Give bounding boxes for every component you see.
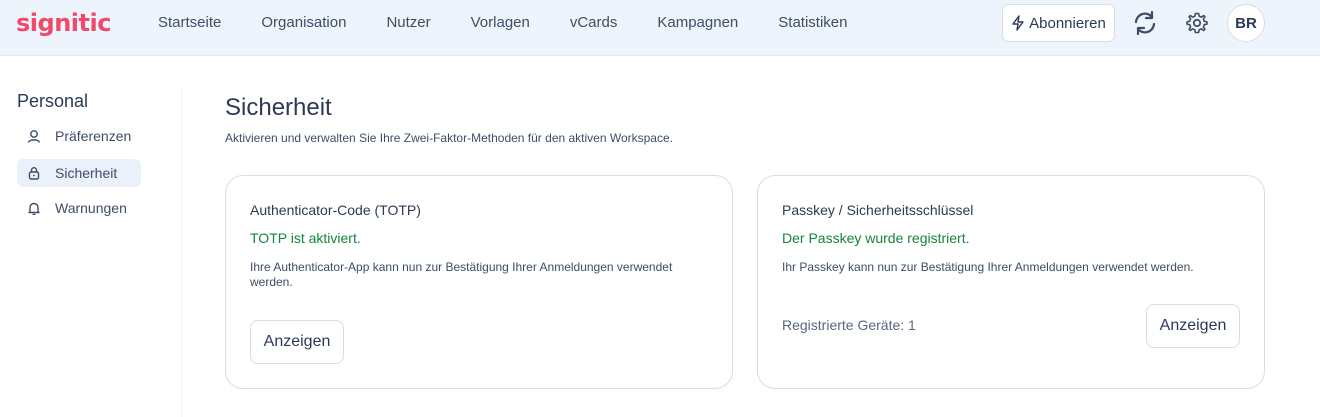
nav-item-organisation[interactable]: Organisation: [261, 14, 346, 31]
sync-icon: [1134, 10, 1156, 36]
user-icon: [27, 130, 41, 143]
sidebar-item-label: Präferenzen: [55, 128, 132, 144]
show-passkey-button[interactable]: Anzeigen: [1146, 304, 1240, 348]
nav-item-nutzer[interactable]: Nutzer: [386, 14, 430, 31]
card-description: Ihr Passkey kann nun zur Bestätigung Ihr…: [782, 260, 1194, 274]
registered-devices-count: Registrierte Geräte: 1: [782, 317, 916, 333]
nav-item-kampagnen[interactable]: Kampagnen: [657, 14, 738, 31]
sidebar-item-label: Sicherheit: [55, 165, 118, 181]
card-description: Ihre Authenticator-App kann nun zur Best…: [250, 260, 673, 289]
lightning-icon: [1012, 15, 1024, 31]
bell-icon: [28, 202, 40, 215]
status-text: TOTP ist aktiviert.: [250, 230, 361, 246]
signitic-logo[interactable]: signitic: [16, 9, 111, 37]
page-subtitle: Aktivieren und verwalten Sie Ihre Zwei-F…: [225, 131, 673, 145]
card-title: Authenticator-Code (TOTP): [250, 202, 421, 218]
nav-item-vorlagen[interactable]: Vorlagen: [471, 14, 530, 31]
gear-icon: [1186, 12, 1208, 34]
sidebar-item-warnungen[interactable]: Warnungen: [17, 194, 141, 222]
nav-item-statistiken[interactable]: Statistiken: [778, 14, 847, 31]
nav-item-vcards[interactable]: vCards: [570, 14, 618, 31]
sidebar-divider: [181, 88, 182, 417]
nav-item-startseite[interactable]: Startseite: [158, 14, 221, 31]
lock-icon: [28, 167, 40, 180]
sync-button[interactable]: [1128, 6, 1162, 40]
top-navigation-bar: signitic Startseite Organisation Nutzer …: [0, 0, 1320, 56]
sidebar-item-sicherheit[interactable]: Sicherheit: [17, 159, 141, 187]
sidebar-item-label: Warnungen: [55, 200, 127, 216]
user-avatar[interactable]: BR: [1227, 4, 1265, 42]
subscribe-label: Abonnieren: [1029, 14, 1106, 32]
totp-card: Authenticator-Code (TOTP) TOTP ist aktiv…: [225, 175, 733, 389]
settings-button[interactable]: [1180, 6, 1214, 40]
main-nav: Startseite Organisation Nutzer Vorlagen …: [158, 0, 887, 44]
page-title: Sicherheit: [225, 94, 332, 121]
sidebar-item-praeferenzen[interactable]: Präferenzen: [17, 122, 141, 150]
sidebar-title: Personal: [17, 91, 89, 111]
passkey-card: Passkey / Sicherheitsschlüssel Der Passk…: [757, 175, 1265, 389]
show-totp-button[interactable]: Anzeigen: [250, 320, 344, 364]
card-title: Passkey / Sicherheitsschlüssel: [782, 202, 974, 218]
status-text: Der Passkey wurde registriert.: [782, 230, 970, 246]
subscribe-button[interactable]: Abonnieren: [1002, 4, 1115, 42]
